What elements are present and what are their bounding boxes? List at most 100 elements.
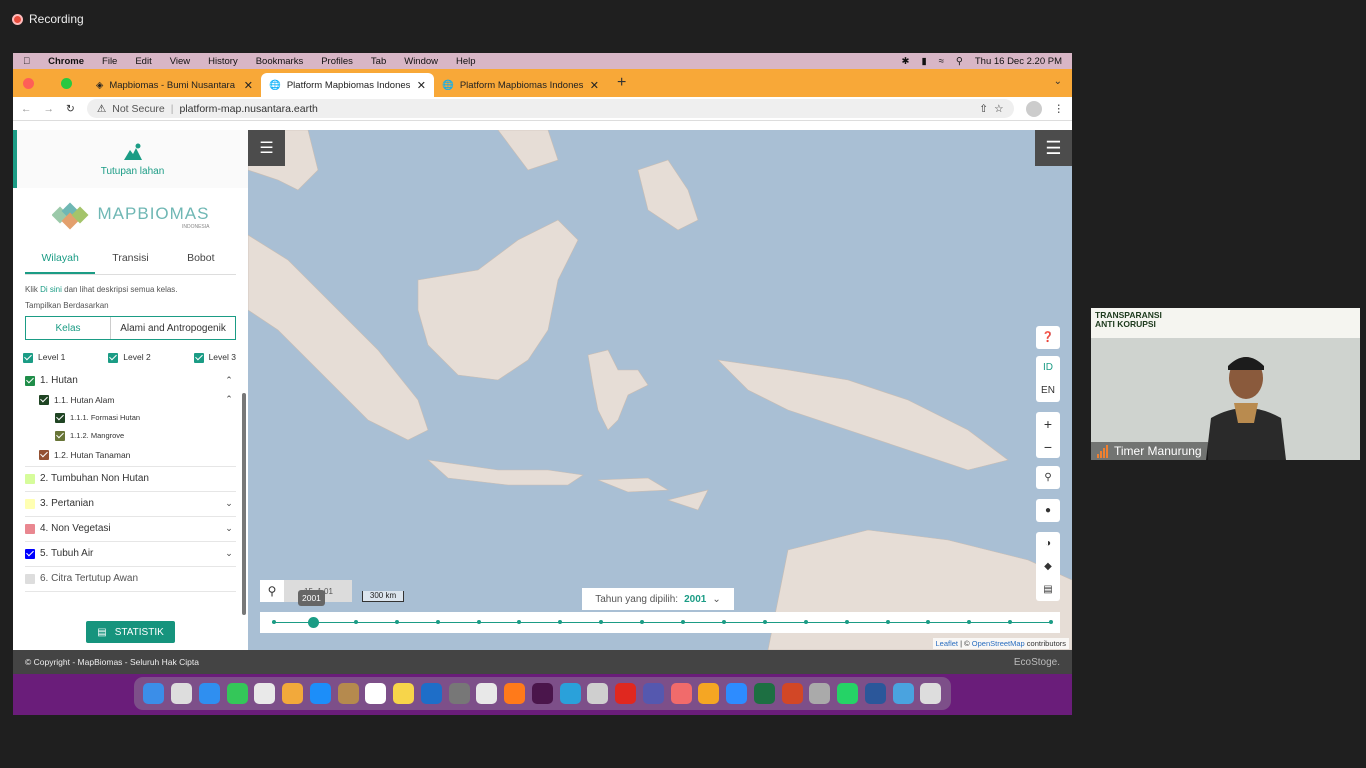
map-view[interactable]: ☰ ☰ ❓ ID EN + − ⚲ ● ◑ ◆ ▤ ⚲ 15, 1 01 300… (248, 130, 1072, 650)
maximize-window-icon[interactable] (61, 77, 72, 89)
close-tab-icon[interactable]: ✕ (417, 79, 426, 92)
tab-platform-active[interactable]: 🌐 Platform Mapbiomas Indonesia ✕ (261, 73, 434, 97)
land-cover-section[interactable]: Tutupan lahan (13, 130, 248, 188)
trash-icon[interactable] (920, 683, 942, 704)
close-tab-icon[interactable]: ✕ (590, 79, 599, 92)
leaflet-link[interactable]: Leaflet (936, 639, 959, 648)
settings-icon[interactable] (448, 683, 470, 704)
share-icon[interactable]: ⇧ (979, 103, 988, 115)
maps-icon[interactable] (254, 683, 276, 704)
timeline-tick[interactable] (1008, 620, 1013, 624)
checkbox-icon[interactable] (25, 498, 35, 509)
menu-app-name[interactable]: Chrome (48, 56, 84, 67)
class-row-tubuh-air[interactable]: 5. Tubuh Air ⌄ (25, 542, 236, 567)
sublime-icon[interactable] (698, 683, 720, 704)
quicktime-icon[interactable] (892, 683, 914, 704)
new-tab-icon[interactable]: + (617, 74, 626, 92)
lang-en-button[interactable]: EN (1036, 379, 1060, 402)
bookmark-star-icon[interactable]: ☆ (994, 103, 1003, 115)
class-row-tumbuhan-non-hutan[interactable]: 2. Tumbuhan Non Hutan (25, 467, 236, 492)
bluetooth-icon[interactable]: ✱ (901, 56, 909, 67)
tab-platform-2[interactable]: 🌐 Platform Mapbiomas Indonesia ✕ (434, 73, 607, 97)
timeline-tick[interactable] (762, 620, 767, 624)
back-icon[interactable]: ← (21, 103, 32, 115)
menu-file[interactable]: File (102, 56, 117, 67)
timeline-tick[interactable] (272, 620, 276, 624)
checkbox-icon[interactable] (25, 473, 35, 484)
timeline-tick[interactable] (926, 620, 931, 624)
checkbox-icon[interactable] (25, 375, 35, 386)
forward-icon[interactable]: → (44, 103, 55, 115)
checkbox-icon[interactable] (39, 450, 49, 461)
year-timeline[interactable]: 2001 (260, 590, 1060, 633)
checkbox-icon[interactable] (25, 523, 35, 534)
checkbox-icon[interactable] (25, 548, 35, 559)
layers-icon[interactable]: ◆ (1036, 555, 1060, 578)
menu-tab[interactable]: Tab (371, 56, 386, 67)
timeline-tick[interactable] (394, 620, 399, 624)
messages-icon[interactable] (226, 683, 248, 704)
finder-icon[interactable] (143, 683, 165, 704)
class-row-formasi-hutan[interactable]: 1.1.1. Formasi Hutan (25, 409, 236, 427)
folder-icon[interactable] (337, 683, 359, 704)
chevron-up-icon[interactable]: ⌃ (222, 375, 236, 386)
firefox-icon[interactable] (504, 683, 526, 704)
mode-alami-button[interactable]: Alami and Antropogenik (110, 317, 235, 339)
lang-id-button[interactable]: ID (1036, 356, 1060, 379)
timeline-tick[interactable] (517, 620, 522, 624)
app-store-icon[interactable] (309, 683, 331, 704)
powerpoint-icon[interactable] (781, 683, 803, 704)
class-row-hutan-alam[interactable]: 1.1. Hutan Alam ⌃ (25, 391, 236, 409)
excel-icon[interactable] (753, 683, 775, 704)
year-selector[interactable]: Tahun yang dipilih: 2001 ⌄ (582, 588, 734, 610)
outlook-icon[interactable] (420, 683, 442, 704)
close-tab-icon[interactable]: ✕ (244, 79, 253, 92)
class-row-pertanian[interactable]: 3. Pertanian ⌄ (25, 492, 236, 517)
word-icon[interactable] (864, 683, 886, 704)
magnifier-icon[interactable]: ⚲ (260, 580, 284, 602)
menu-profiles[interactable]: Profiles (321, 56, 353, 67)
timeline-tick[interactable] (435, 620, 440, 624)
timeline-tick[interactable] (1049, 620, 1054, 624)
acrobat-icon[interactable] (615, 683, 637, 704)
help-icon[interactable]: ❓ (1036, 326, 1060, 349)
class-row-citra-awan[interactable]: 6. Citra Tertutup Awan (25, 567, 236, 592)
screen-icon[interactable] (809, 683, 831, 704)
more-menu-icon[interactable]: ⋮ (1054, 103, 1065, 115)
chevron-down-icon[interactable]: ⌄ (222, 498, 236, 509)
timeline-tick[interactable] (885, 620, 890, 624)
class-row-non-vegetasi[interactable]: 4. Non Vegetasi ⌄ (25, 517, 236, 542)
chevron-down-icon[interactable]: ⌄ (222, 523, 236, 534)
video-participant-tile[interactable]: TRANSPARANSI ANTI KORUPSI Timer Manurung (1091, 308, 1360, 460)
mode-kelas-button[interactable]: Kelas (26, 317, 110, 339)
checkbox-icon[interactable] (39, 394, 49, 405)
basemap-icon[interactable]: ▤ (1036, 578, 1060, 601)
teams-icon[interactable] (642, 683, 664, 704)
calendar-icon[interactable] (365, 683, 387, 704)
statistics-button[interactable]: ▤ STATISTIK (86, 621, 175, 643)
timeline-tick[interactable] (721, 620, 726, 624)
timeline-tick[interactable] (803, 620, 808, 624)
menu-history[interactable]: History (208, 56, 238, 67)
timeline-tick[interactable] (558, 620, 563, 624)
profile-avatar[interactable] (1025, 100, 1042, 117)
checkbox-icon[interactable] (25, 573, 35, 584)
tab-transisi[interactable]: Transisi (95, 246, 165, 274)
apple-icon[interactable]:  (23, 56, 30, 67)
class-row-hutan-tanaman[interactable]: 1.2. Hutan Tanaman (25, 445, 236, 467)
checkbox-icon[interactable] (55, 412, 65, 423)
sidebar-scrollbar[interactable] (242, 393, 246, 615)
menu-edit[interactable]: Edit (135, 56, 151, 67)
photos-icon[interactable] (282, 683, 304, 704)
menubar-clock[interactable]: Thu 16 Dec 2.20 PM (975, 56, 1062, 67)
tab-wilayah[interactable]: Wilayah (25, 246, 96, 274)
slack-icon[interactable] (531, 683, 553, 704)
level-2-filter[interactable]: Level 2 (108, 352, 151, 363)
timeline-tick[interactable] (640, 620, 645, 624)
osm-link[interactable]: OpenStreetMap (972, 639, 1025, 648)
zoom-out-button[interactable]: − (1036, 435, 1060, 458)
class-row-mangrove[interactable]: 1.1.2. Mangrove (25, 427, 236, 445)
menu-help[interactable]: Help (456, 56, 476, 67)
description-link[interactable]: Di sini (40, 285, 62, 294)
tab-mapbiomas-bumi[interactable]: ◈ Mapbiomas - Bumi Nusantara ✕ (88, 73, 261, 97)
